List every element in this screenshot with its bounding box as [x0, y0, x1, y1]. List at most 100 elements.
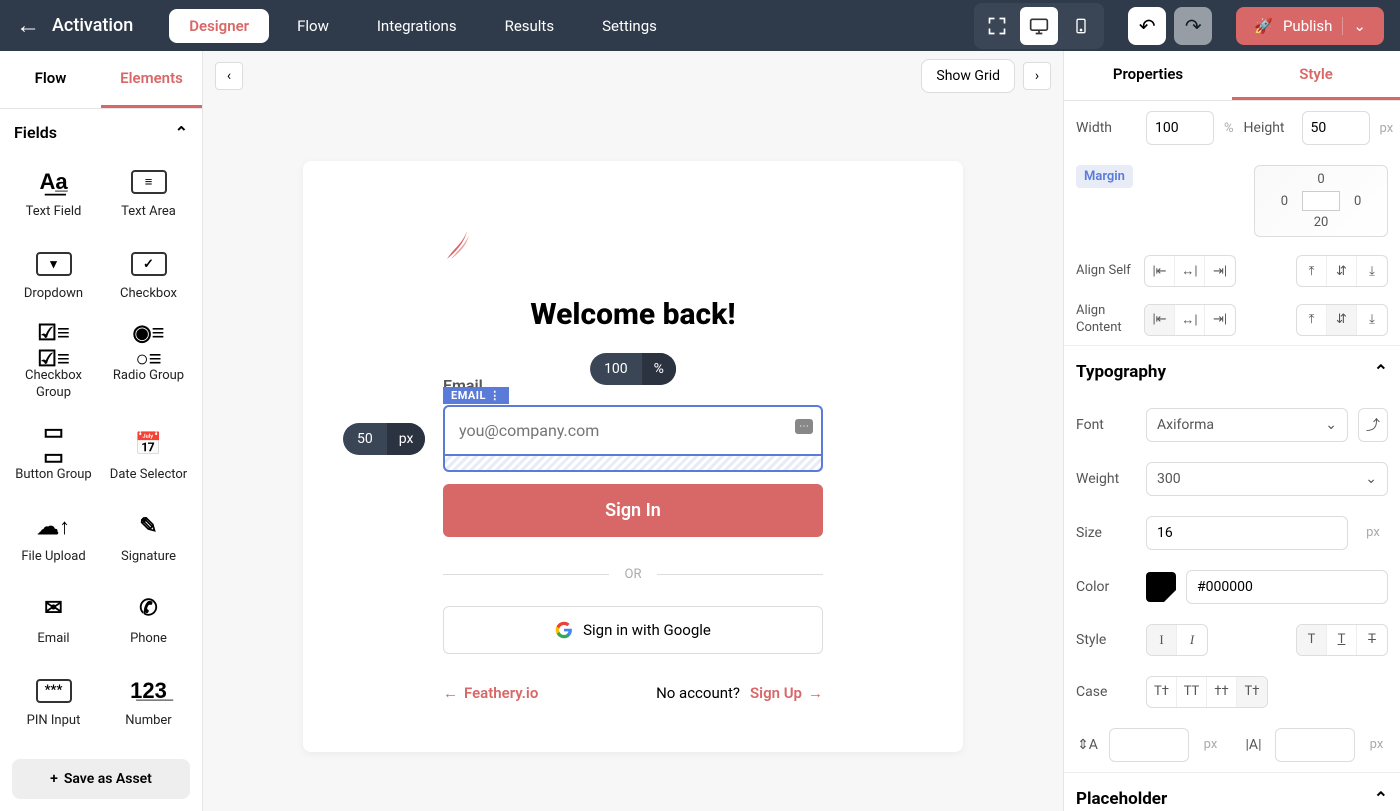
field-number[interactable]: 1̲2̲3̲Number	[101, 665, 196, 747]
tab-integrations[interactable]: Integrations	[357, 9, 477, 43]
content-right-icon[interactable]: ⇥|	[1205, 305, 1235, 335]
sidebar-tab-flow[interactable]: Flow	[0, 51, 101, 108]
show-grid-button[interactable]: Show Grid	[921, 59, 1015, 93]
width-label: Width	[1076, 120, 1136, 136]
case-uppercase-icon[interactable]: TT	[1177, 677, 1207, 707]
field-checkbox-group[interactable]: ☑≡☑≡Checkbox Group	[6, 320, 101, 419]
typography-header[interactable]: Typography ⌃	[1064, 345, 1400, 398]
field-file-upload[interactable]: ☁↑File Upload	[6, 501, 101, 583]
tab-designer[interactable]: Designer	[169, 9, 269, 43]
field-date-selector[interactable]: 📅Date Selector	[101, 419, 196, 501]
height-unit[interactable]: px	[1380, 121, 1394, 136]
color-input[interactable]	[1186, 570, 1388, 604]
sidebar-tab-elements[interactable]: Elements	[101, 51, 202, 108]
underline-icon[interactable]: T	[1327, 625, 1357, 655]
content-center-h-icon[interactable]: ↔|	[1175, 305, 1205, 335]
margin-bottom[interactable]: 20	[1314, 215, 1329, 230]
email-input[interactable]	[443, 405, 823, 456]
save-as-asset-button[interactable]: + Save as Asset	[12, 759, 190, 799]
field-email[interactable]: ✉Email	[6, 583, 101, 665]
publish-button[interactable]: 🚀 Publish ⌄	[1236, 7, 1384, 45]
letter-spacing-unit: px	[1365, 737, 1388, 752]
arrow-right-icon: →	[808, 684, 823, 702]
color-label: Color	[1076, 579, 1136, 595]
case-none-icon[interactable]: T†	[1237, 677, 1267, 707]
height-input[interactable]	[1302, 111, 1370, 145]
redo-button[interactable]: ↷	[1174, 7, 1212, 45]
field-options-icon[interactable]: ⋯	[795, 419, 813, 434]
undo-button[interactable]: ↶	[1128, 7, 1166, 45]
size-label: Size	[1076, 525, 1136, 541]
margin-left[interactable]: 0	[1281, 194, 1288, 209]
margin-right[interactable]: 0	[1354, 194, 1361, 209]
fullscreen-icon[interactable]	[978, 7, 1016, 45]
align-content-label: Align Content	[1076, 303, 1136, 337]
no-decoration-icon[interactable]: T	[1297, 625, 1327, 655]
line-height-input[interactable]	[1109, 728, 1189, 762]
tab-properties[interactable]: Properties	[1064, 51, 1232, 100]
tab-flow[interactable]: Flow	[277, 9, 349, 43]
field-phone[interactable]: ✆Phone	[101, 583, 196, 665]
placeholder-header[interactable]: Placeholder ⌃	[1064, 772, 1400, 811]
align-right-icon[interactable]: ⇥|	[1205, 256, 1235, 286]
margin-inner-box	[1302, 191, 1340, 211]
rocket-icon: 🚀	[1254, 17, 1273, 35]
align-left-icon[interactable]: |⇤	[1145, 256, 1175, 286]
font-upload-icon[interactable]: ⤴	[1358, 408, 1388, 442]
margin-editor[interactable]: 0 0 0 20	[1254, 165, 1388, 237]
page-title: Activation	[52, 15, 133, 36]
content-top-icon[interactable]: ⤒	[1297, 305, 1327, 335]
back-arrow-icon[interactable]: ←	[16, 11, 40, 40]
collapse-right-icon[interactable]: ›	[1023, 62, 1051, 90]
weight-label: Weight	[1076, 471, 1136, 487]
width-unit[interactable]: %	[1224, 121, 1234, 136]
letter-spacing-icon: |A|	[1242, 728, 1265, 762]
width-input[interactable]	[1146, 111, 1214, 145]
google-signin-button[interactable]: Sign in with Google	[443, 606, 823, 654]
align-bottom-icon[interactable]: ⤓	[1357, 256, 1387, 286]
size-input[interactable]	[1146, 516, 1348, 550]
tab-settings[interactable]: Settings	[582, 9, 677, 43]
field-text-field[interactable]: A͟a̲Text Field	[6, 156, 101, 238]
element-tag-badge: EMAIL ⋮	[443, 387, 509, 404]
field-checkbox[interactable]: ✓Checkbox	[101, 238, 196, 320]
fields-section-header[interactable]: Fields ⌃	[0, 109, 202, 156]
form-canvas[interactable]: Welcome back! Email EMAIL ⋮ 100% 50px ⋯ …	[303, 161, 963, 752]
margin-label[interactable]: Margin	[1076, 165, 1133, 188]
margin-top[interactable]: 0	[1317, 172, 1324, 187]
weight-dropdown[interactable]: 300⌄	[1146, 462, 1388, 496]
color-swatch[interactable]	[1146, 572, 1176, 602]
align-middle-icon[interactable]: ⇵	[1327, 256, 1357, 286]
align-center-h-icon[interactable]: ↔|	[1175, 256, 1205, 286]
field-dropdown[interactable]: ▾Dropdown	[6, 238, 101, 320]
canvas-area: ‹ Show Grid › Welcome back! Email EMAIL …	[203, 51, 1063, 811]
strikethrough-icon[interactable]: T	[1357, 625, 1387, 655]
letter-spacing-input[interactable]	[1275, 728, 1355, 762]
content-left-icon[interactable]: |⇤	[1145, 305, 1175, 335]
case-lowercase-icon[interactable]: ††	[1207, 677, 1237, 707]
content-middle-icon[interactable]: ⇵	[1327, 305, 1357, 335]
content-bottom-icon[interactable]: ⤓	[1357, 305, 1387, 335]
field-text-area[interactable]: ≡Text Area	[101, 156, 196, 238]
normal-icon[interactable]: I	[1147, 625, 1177, 655]
sign-in-button[interactable]: Sign In	[443, 484, 823, 537]
width-badge[interactable]: 100%	[590, 353, 676, 385]
desktop-icon[interactable]	[1020, 7, 1058, 45]
tab-style[interactable]: Style	[1232, 51, 1400, 100]
email-field-selected[interactable]: EMAIL ⋮ 100% 50px ⋯	[443, 405, 823, 472]
signup-link[interactable]: Sign Up →	[750, 684, 823, 702]
field-radio-group[interactable]: ◉≡○≡Radio Group	[101, 320, 196, 419]
case-capitalize-icon[interactable]: T†	[1147, 677, 1177, 707]
mobile-icon[interactable]	[1062, 7, 1100, 45]
field-pin-input[interactable]: ***PIN Input	[6, 665, 101, 747]
italic-icon[interactable]: I	[1177, 625, 1207, 655]
collapse-left-icon[interactable]: ‹	[215, 62, 243, 90]
tab-results[interactable]: Results	[485, 9, 575, 43]
field-button-group[interactable]: ▭▭Button Group	[6, 419, 101, 501]
font-dropdown[interactable]: Axiforma⌄	[1146, 408, 1348, 442]
align-top-icon[interactable]: ⤒	[1297, 256, 1327, 286]
height-label: Height	[1244, 120, 1292, 136]
field-signature[interactable]: ✎Signature	[101, 501, 196, 583]
height-badge[interactable]: 50px	[343, 423, 425, 455]
feathery-link[interactable]: ← Feathery.io	[443, 684, 538, 702]
